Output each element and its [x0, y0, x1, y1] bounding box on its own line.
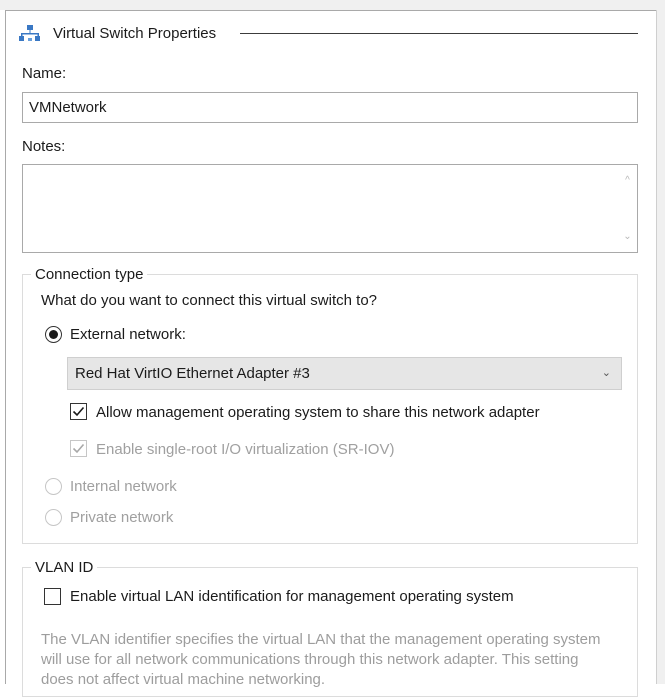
enable-vlan-label: Enable virtual LAN identification for ma… [70, 588, 514, 605]
scroll-up-icon[interactable]: ^ [623, 176, 632, 186]
header-divider [240, 33, 638, 34]
private-network-radio[interactable] [45, 509, 62, 526]
allow-management-checkbox[interactable] [70, 403, 87, 420]
sriov-checkbox[interactable] [70, 440, 87, 457]
vlan-description: The VLAN identifier specifies the virtua… [41, 631, 601, 688]
window-left-border [0, 10, 6, 684]
window-right-edge [656, 10, 665, 684]
notes-textarea[interactable]: ^ ⌄ [22, 164, 638, 253]
internal-network-label: Internal network [70, 478, 177, 495]
external-network-label: External network: [70, 326, 186, 343]
name-input[interactable] [22, 92, 638, 123]
sriov-label: Enable single-root I/O virtualization (S… [96, 441, 395, 458]
connection-question: What do you want to connect this virtual… [41, 292, 377, 309]
vlan-caption: VLAN ID [31, 559, 98, 576]
notes-label: Notes: [22, 138, 66, 155]
enable-vlan-checkbox[interactable] [44, 588, 61, 605]
network-switch-icon [19, 24, 41, 42]
network-adapter-dropdown[interactable]: Red Hat VirtIO Ethernet Adapter #3 ⌄ [67, 357, 622, 390]
private-network-label: Private network [70, 509, 174, 526]
allow-management-label: Allow management operating system to sha… [96, 404, 540, 421]
section-header: Virtual Switch Properties [19, 22, 216, 44]
notes-scrollbar[interactable]: ^ ⌄ [619, 166, 636, 251]
section-title: Virtual Switch Properties [53, 24, 217, 42]
network-adapter-value: Red Hat VirtIO Ethernet Adapter #3 [75, 365, 310, 382]
chevron-down-icon: ⌄ [601, 367, 611, 379]
connection-type-caption: Connection type [31, 266, 148, 283]
name-label: Name: [22, 65, 67, 82]
scroll-down-icon[interactable]: ⌄ [623, 232, 632, 242]
external-network-radio[interactable] [45, 326, 62, 343]
window-top-border [0, 0, 665, 11]
internal-network-radio[interactable] [45, 478, 62, 495]
